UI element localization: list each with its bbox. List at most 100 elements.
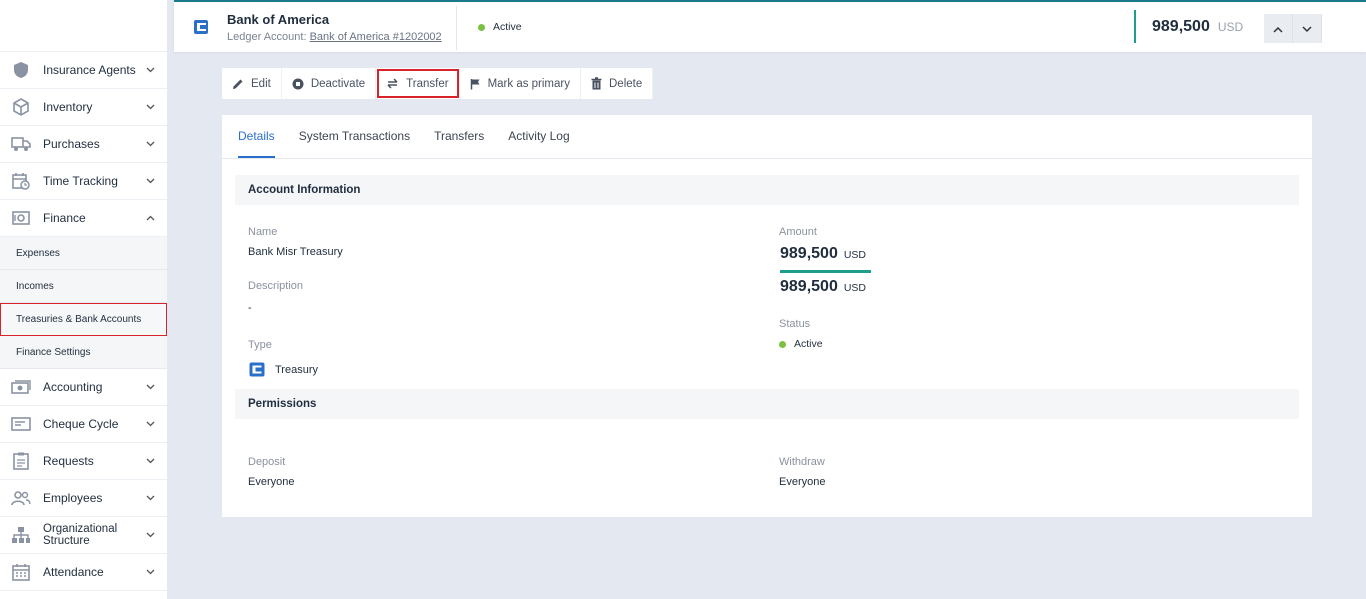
wallet-icon [193, 19, 209, 38]
transfer-arrows-icon [386, 78, 399, 89]
calendar-icon [10, 561, 32, 583]
sidebar-item-label: Organizational Structure [43, 523, 118, 547]
chevron-down-icon [145, 176, 155, 186]
chevron-down-icon [145, 139, 155, 149]
record-nav [1264, 14, 1322, 43]
sidebar-item-requests[interactable]: Requests [0, 443, 167, 480]
status-text: Active [493, 21, 522, 33]
sidebar-subitem-treasuries[interactable]: Treasuries & Bank Accounts [0, 303, 167, 336]
status-dot [478, 23, 485, 31]
chevron-down-icon [145, 530, 155, 540]
type-value: Treasury [249, 362, 318, 377]
sidebar-item-cheque-cycle[interactable]: Cheque Cycle [0, 406, 167, 443]
sidebar-item-label: Purchases [43, 137, 100, 151]
tab-details[interactable]: Details [238, 115, 275, 158]
chevron-down-icon [145, 456, 155, 466]
sidebar-item-label: Time Tracking [43, 174, 118, 188]
truck-icon [10, 133, 32, 155]
amount-secondary: 989,500 USD [780, 278, 866, 296]
treasury-icon [249, 362, 265, 377]
amount-currency: USD [1217, 19, 1244, 34]
money-icon [10, 376, 32, 398]
sidebar-item-insurance-agents[interactable]: Insurance Agents [0, 52, 167, 89]
sidebar-item-purchases[interactable]: Purchases [0, 126, 167, 163]
sidebar-item-label: Cheque Cycle [43, 417, 119, 431]
sidebar-subitem-finance-settings[interactable]: Finance Settings [0, 336, 167, 369]
tab-transfers[interactable]: Transfers [434, 115, 484, 158]
sidebar-item-label: Finance [43, 211, 86, 225]
box-icon [10, 96, 32, 118]
pencil-icon [232, 78, 244, 90]
amount-label: Amount [779, 226, 817, 238]
sidebar-item-label: Accounting [43, 380, 103, 394]
tab-bar: Details System Transactions Transfers Ac… [222, 115, 1312, 159]
shield-icon [10, 59, 32, 81]
sidebar-item-attendance[interactable]: Attendance [0, 554, 167, 591]
sidebar-top [0, 0, 167, 52]
safe-icon [10, 207, 32, 229]
chevron-down-icon [145, 419, 155, 429]
chevron-down-icon [1302, 22, 1312, 36]
status-value: Active [779, 338, 823, 350]
chevron-down-icon [145, 493, 155, 503]
sidebar-subitem-incomes[interactable]: Incomes [0, 270, 167, 303]
chevron-down-icon [145, 65, 155, 75]
amount-underline [780, 270, 871, 273]
sidebar-subitem-expenses[interactable]: Expenses [0, 237, 167, 270]
sidebar-item-label: Employees [43, 491, 103, 505]
amount-primary: 989,500 USD [780, 245, 866, 263]
deposit-label: Deposit [248, 456, 286, 468]
page-title: Bank of America [227, 12, 330, 27]
amount-secondary-currency: USD [843, 282, 867, 294]
sidebar-item-label: Insurance Agents [43, 63, 136, 77]
sidebar-item-finance[interactable]: Finance [0, 200, 167, 237]
mark-primary-label: Mark as primary [487, 77, 570, 90]
permissions-heading: Permissions [235, 389, 1299, 419]
amount-value: 989,500 [1152, 17, 1210, 35]
clipboard-icon [10, 450, 32, 472]
edit-button[interactable]: Edit [222, 68, 282, 99]
name-label: Name [248, 226, 278, 238]
stop-circle-icon [292, 78, 304, 90]
amount-primary-value: 989,500 [780, 245, 838, 262]
previous-record-button[interactable] [1264, 14, 1293, 43]
chevron-up-icon [1273, 22, 1283, 36]
tab-system-transactions[interactable]: System Transactions [299, 115, 410, 158]
withdraw-value: Everyone [779, 476, 826, 488]
ledger-link[interactable]: Bank of America #1202002 [310, 31, 442, 43]
sidebar-item-employees[interactable]: Employees [0, 480, 167, 517]
sidebar: Insurance Agents Inventory Purchases Tim… [0, 0, 168, 599]
sidebar-item-time-tracking[interactable]: Time Tracking [0, 163, 167, 200]
ledger-label: Ledger Account: [227, 31, 307, 43]
sidebar-item-accounting[interactable]: Accounting [0, 369, 167, 406]
users-icon [10, 487, 32, 509]
amount-secondary-value: 989,500 [780, 278, 838, 295]
status-badge: Active [478, 21, 522, 33]
tab-activity-log[interactable]: Activity Log [508, 115, 569, 158]
cheque-icon [10, 413, 32, 435]
delete-label: Delete [609, 77, 643, 90]
status-dot [779, 340, 786, 348]
finance-submenu: Expenses Incomes Treasuries & Bank Accou… [0, 237, 167, 369]
header-amount: 989,500 USD [1134, 10, 1243, 43]
transfer-button[interactable]: Transfer [376, 68, 460, 99]
sidebar-item-organizational-structure[interactable]: Organizational Structure [0, 517, 167, 554]
transfer-label: Transfer [406, 77, 449, 90]
mark-as-primary-button[interactable]: Mark as primary [459, 68, 581, 99]
deactivate-button[interactable]: Deactivate [281, 68, 377, 99]
next-record-button[interactable] [1293, 14, 1322, 43]
delete-button[interactable]: Delete [581, 68, 654, 99]
status-label: Status [779, 318, 811, 330]
details-card: Details System Transactions Transfers Ac… [222, 115, 1312, 517]
action-toolbar: Edit Deactivate Transfer Mark as primary… [222, 68, 654, 99]
sidebar-item-label: Requests [43, 454, 94, 468]
account-information-heading: Account Information [235, 175, 1299, 205]
deposit-value: Everyone [248, 476, 295, 488]
status-text: Active [794, 338, 823, 350]
sidebar-item-inventory[interactable]: Inventory [0, 89, 167, 126]
chevron-down-icon [145, 382, 155, 392]
flag-icon [470, 78, 481, 90]
trash-icon [591, 77, 602, 90]
header-divider [456, 6, 457, 50]
withdraw-label: Withdraw [779, 456, 825, 468]
